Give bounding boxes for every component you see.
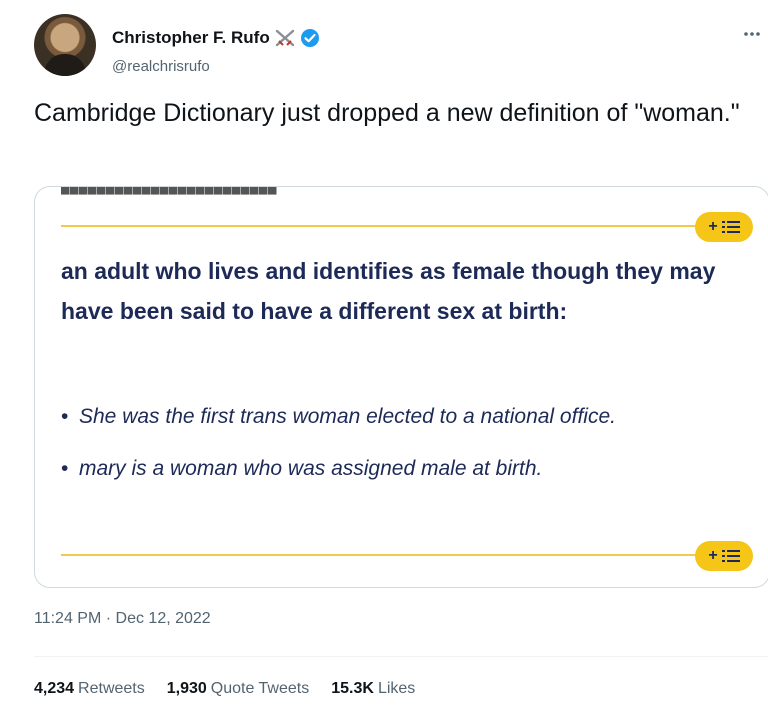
- add-to-list-button-top: +: [695, 212, 753, 242]
- bottom-divider: [61, 554, 741, 556]
- avatar[interactable]: [34, 14, 96, 76]
- author-name[interactable]: Christopher F. Rufo: [112, 28, 270, 48]
- example-item: • She was the first trans woman elected …: [61, 405, 616, 428]
- add-to-list-button-bottom: +: [695, 541, 753, 571]
- likes-stat[interactable]: 15.3K Likes: [331, 680, 415, 698]
- author-name-row: Christopher F. Rufo: [112, 28, 320, 48]
- cropped-image-caption: ████████████████████████: [61, 186, 278, 194]
- verified-icon: [300, 29, 319, 47]
- list-icon: [721, 550, 740, 562]
- author-handle[interactable]: @realchrisrufo: [112, 58, 210, 75]
- crossed-swords-icon: [275, 29, 294, 47]
- tweet-text: Cambridge Dictionary just dropped a new …: [34, 99, 740, 127]
- quote-tweets-stat[interactable]: 1,930 Quote Tweets: [167, 680, 309, 698]
- example-list: • She was the first trans woman elected …: [61, 399, 741, 503]
- example-item: • mary is a woman who was assigned male …: [61, 457, 543, 480]
- engagement-stats: 4,234 Retweets 1,930 Quote Tweets 15.3K Lik…: [34, 680, 415, 698]
- stats-divider: [34, 656, 768, 657]
- list-icon: [721, 221, 740, 233]
- definition-text: an adult who lives and identifies as fem…: [61, 258, 716, 324]
- tweet-header: Christopher F. Rufo @realchrisrufo: [34, 14, 768, 84]
- retweets-stat[interactable]: 4,234 Retweets: [34, 680, 145, 698]
- more-options-icon[interactable]: [742, 24, 762, 44]
- tweet-timestamp[interactable]: 11:24 PM · Dec 12, 2022: [34, 610, 211, 628]
- top-divider: [61, 225, 741, 227]
- tweet-media-image[interactable]: ████████████████████████ + an adult who …: [34, 186, 768, 588]
